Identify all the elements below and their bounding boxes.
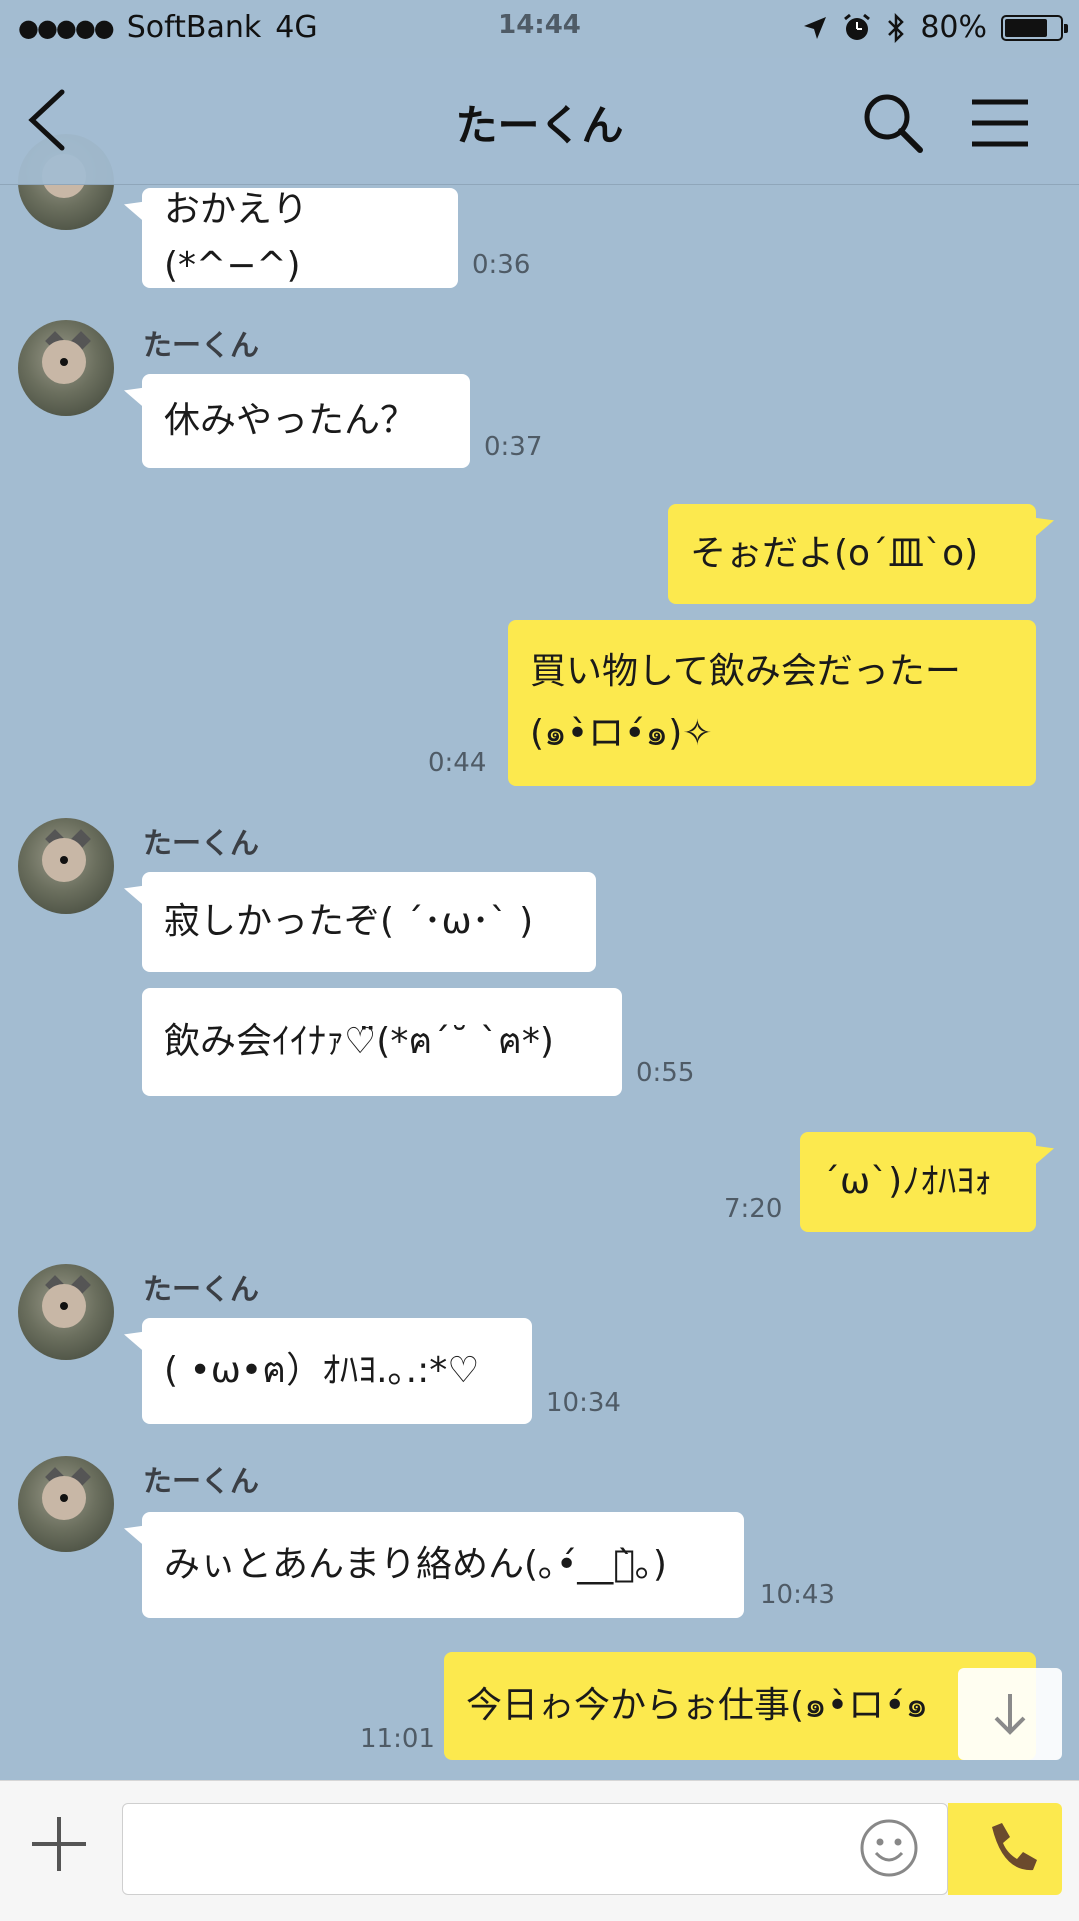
sender-name: たーくん <box>143 826 260 860</box>
avatar[interactable] <box>18 1456 114 1552</box>
avatar-nose <box>60 1494 68 1502</box>
arrow-down-icon <box>994 1694 1026 1735</box>
message-bubble[interactable]: 寂しかったぞ( ´･ω･` ) <box>124 872 596 972</box>
add-attachment-button[interactable] <box>26 1811 92 1877</box>
message-text-line: (๑•̀ロ•́๑)✧ <box>530 713 713 754</box>
message-text: おかえり(*^−^) <box>164 189 309 286</box>
smiley-icon <box>860 1819 918 1877</box>
call-button[interactable] <box>948 1803 1062 1895</box>
battery-fill <box>1005 18 1048 37</box>
message-time: 0:37 <box>484 432 543 462</box>
message-text: 寂しかったぞ( ´･ω･` ) <box>164 901 534 942</box>
message-bubble[interactable]: そぉだよ(o´皿`o) <box>668 504 1054 604</box>
message-bubble[interactable]: 飲み会ｲｲﾅｧ♡̈(*ฅ´˘ `ฅ*) <box>142 988 622 1096</box>
message-time: 0:44 <box>428 748 487 778</box>
bubble-tail <box>124 194 144 222</box>
message-text: 休みやったん？ <box>164 400 417 441</box>
avatar[interactable] <box>18 320 114 416</box>
message-bubble[interactable]: おかえり(*^−^) <box>124 188 458 288</box>
message-time: 11:01 <box>360 1724 435 1754</box>
avatar-nose <box>60 856 68 864</box>
message-time: 10:43 <box>760 1580 835 1610</box>
sender-name: たーくん <box>143 1464 260 1498</box>
bubble-tail <box>124 380 144 408</box>
message-bubble[interactable]: 今日ゎ今からぉ仕事(๑•̀ロ•́๑ <box>444 1652 1036 1760</box>
location-arrow-icon <box>804 16 827 39</box>
emoji-button[interactable] <box>858 1817 920 1879</box>
message-input[interactable] <box>122 1803 948 1895</box>
bubble-tail <box>1034 510 1054 538</box>
search-icon <box>864 94 923 153</box>
alarm-icon <box>844 13 871 40</box>
message-text: 今日ゎ今からぉ仕事(๑•̀ロ•́๑ <box>466 1685 929 1726</box>
message-bubble[interactable]: みぃとあんまり絡めん(｡•́__ก̀｡) <box>124 1512 744 1618</box>
avatar-nose <box>60 1302 68 1310</box>
battery-percent: 80% <box>920 10 987 45</box>
bubble-tail <box>124 1324 144 1352</box>
avatar-nose <box>60 358 68 366</box>
message-bubble[interactable]: ´ω`)ﾉｵﾊﾖｫ <box>800 1132 1054 1232</box>
bubble-tail <box>124 878 144 906</box>
message-time: 0:36 <box>472 250 531 280</box>
message-text: みぃとあんまり絡めん(｡•́__ก̀｡) <box>164 1544 667 1585</box>
sender-name: たーくん <box>143 1272 260 1306</box>
bubble-tail <box>124 1518 144 1546</box>
avatar[interactable] <box>18 1264 114 1360</box>
message-time: 10:34 <box>546 1388 621 1418</box>
plus-icon <box>32 1817 86 1871</box>
message-time: 0:55 <box>636 1058 695 1088</box>
message-bubble[interactable]: ( •ω•ฅ）ｵﾊﾖ.｡.:*♡ <box>124 1318 532 1424</box>
avatar[interactable] <box>18 818 114 914</box>
phone-icon <box>992 1823 1037 1871</box>
battery-icon <box>1001 14 1068 41</box>
message-text: そぉだよ(o´皿`o) <box>690 533 979 574</box>
status-bar-right: 80% <box>802 10 1068 45</box>
message-time: 7:20 <box>724 1194 783 1224</box>
chat-header: たーくん <box>0 58 1079 185</box>
message-text: ( •ω•ฅ）ｵﾊﾖ.｡.:*♡ <box>164 1350 480 1391</box>
input-bar <box>0 1780 1079 1921</box>
message-text: 飲み会ｲｲﾅｧ♡̈(*ฅ´˘ `ฅ*) <box>164 1021 554 1062</box>
message-bubble[interactable]: 休みやったん？ <box>124 374 470 468</box>
menu-button[interactable] <box>968 94 1032 152</box>
bluetooth-icon <box>888 12 905 43</box>
message-bubble[interactable]: 買い物して飲み会だったー (๑•̀ロ•́๑)✧ <box>508 620 1036 786</box>
hamburger-menu-icon <box>972 99 1028 147</box>
chat-area[interactable]: おかえり(*^−^) 0:36 たーくん 休みやったん？ 0:37 そぉだよ(o… <box>0 0 1079 1780</box>
message-text: ´ω`)ﾉｵﾊﾖｫ <box>822 1161 993 1202</box>
status-bar: ●●●●● SoftBank 4G 14:44 80% <box>0 0 1079 58</box>
scroll-to-bottom-button[interactable] <box>958 1668 1062 1760</box>
message-text-line: 買い物して飲み会だったー <box>530 651 961 692</box>
sender-name: たーくん <box>143 328 260 362</box>
bubble-tail <box>1034 1138 1054 1166</box>
search-button[interactable] <box>860 90 926 156</box>
